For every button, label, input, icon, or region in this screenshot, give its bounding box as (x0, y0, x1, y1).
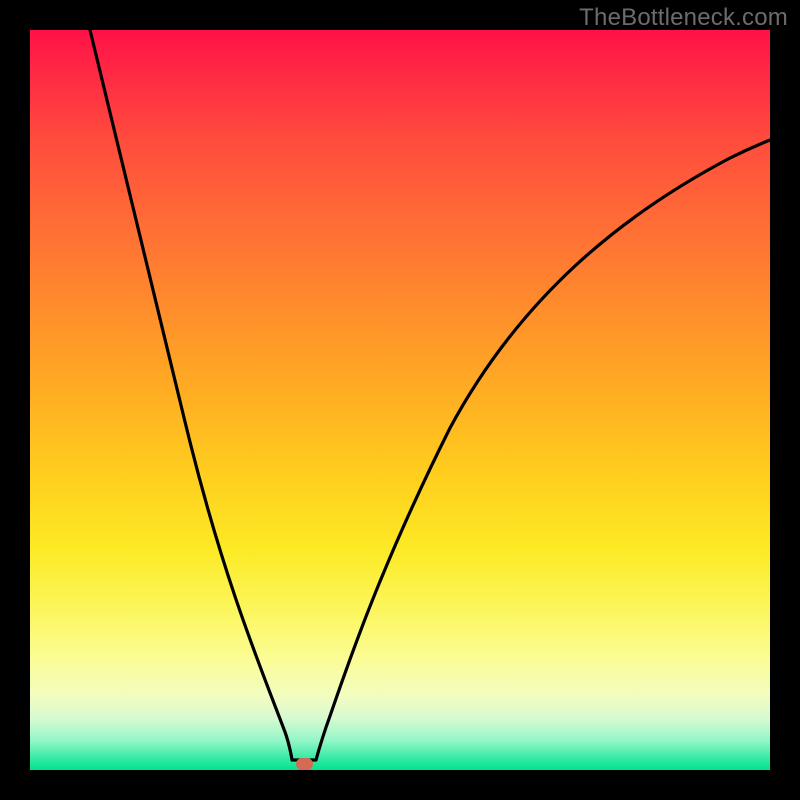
curve-path (90, 30, 770, 760)
watermark-text: TheBottleneck.com (579, 4, 788, 32)
valley-marker-icon (296, 758, 313, 770)
bottleneck-curve (30, 30, 770, 770)
chart-frame: TheBottleneck.com (0, 0, 800, 800)
